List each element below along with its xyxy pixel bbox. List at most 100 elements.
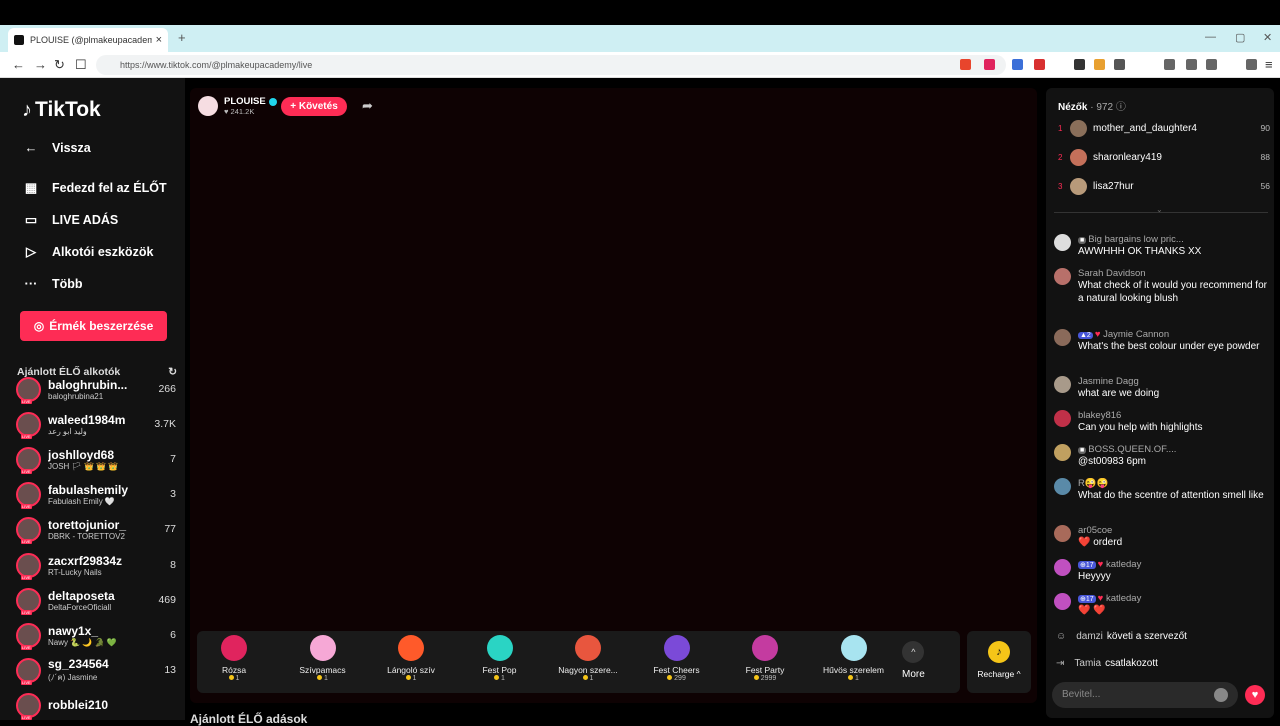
host-info[interactable]: PLOUISE ♥ 241.2K xyxy=(198,96,277,116)
sidebar-icon[interactable] xyxy=(1186,59,1197,70)
extension-icon[interactable] xyxy=(1034,59,1045,70)
chat-body: blakey816 Can you help with highlights xyxy=(1078,410,1268,434)
chat-input[interactable]: Bevitel... xyxy=(1052,682,1238,708)
browser-tab[interactable]: PLOUISE (@plmakeupacademy) × xyxy=(8,28,168,52)
gift-item[interactable]: Rózsa 1 xyxy=(194,635,274,682)
download-icon[interactable] xyxy=(1164,59,1175,70)
back-link[interactable]: ← Vissza xyxy=(22,140,91,155)
chat-message[interactable]: ▲2 ♥ Jaymie Cannon What's the best colour … xyxy=(1054,329,1268,353)
recharge-button[interactable]: ♪ Recharge ^ xyxy=(967,631,1031,693)
live-badge: LIVE xyxy=(21,433,32,439)
brave-shield-icon[interactable] xyxy=(960,59,971,70)
nav-creator-tools[interactable]: ▷ Alkotói eszközök xyxy=(22,244,153,260)
rewards-icon[interactable] xyxy=(984,59,995,70)
gift-price-value: 1 xyxy=(501,675,505,682)
more-gifts-button[interactable]: ^ More xyxy=(902,641,925,680)
creator-item[interactable]: LIVE joshlloyd68 JOSH 🏳 👑 👑 👑 7 xyxy=(16,443,176,475)
tiktok-logo[interactable]: ♪ TikTok xyxy=(22,98,101,122)
creator-item[interactable]: LIVE deltaposeta DeltaForceOficiall 469 xyxy=(16,584,176,616)
top-viewer[interactable]: 1 mother_and_daughter4 90 xyxy=(1058,118,1270,138)
chevron-down-icon[interactable]: ⌄ xyxy=(1156,205,1163,214)
chat-body: ⊕17 ♥ katleday ❤️ ❤️ xyxy=(1078,593,1268,617)
chat-message[interactable]: ar05coe ❤️ orderd xyxy=(1054,525,1268,549)
nav-explore-live[interactable]: ▦ Fedezd fel az ÉLŐT xyxy=(22,180,167,196)
maximize-icon[interactable]: ▢ xyxy=(1235,31,1245,44)
gift-item[interactable]: Fest Party 2999 xyxy=(725,635,805,682)
avatar xyxy=(1054,444,1071,461)
creator-name: baloghrubin... xyxy=(48,377,128,392)
chat-body: Jasmine Dagg what are we doing xyxy=(1078,376,1268,400)
system-text: csatlakozott xyxy=(1105,658,1158,669)
get-coins-button[interactable]: ◎ Érmék beszerzése xyxy=(20,311,167,341)
avatar: LIVE xyxy=(16,376,41,404)
menu-icon[interactable]: ≡ xyxy=(1265,57,1273,72)
chat-message[interactable]: ■ Big bargains low pric... AWWHHH OK THANK… xyxy=(1054,234,1268,258)
chat-username-text: BOSS.QUEEN.OF.... xyxy=(1088,444,1177,455)
creator-subtitle: Fabulash Emily 🤍 xyxy=(48,496,115,506)
nav-more[interactable]: ··· Több xyxy=(22,276,83,291)
gift-price: 1 xyxy=(283,675,363,682)
chat-message[interactable]: blakey816 Can you help with highlights xyxy=(1054,410,1268,434)
creator-item[interactable]: LIVE fabulashemily Fabulash Emily 🤍 3 xyxy=(16,478,176,510)
back-nav-icon[interactable]: ← xyxy=(12,57,25,72)
creator-item[interactable]: LIVE torettojunior_ DBRK - TORETTOV2 77 xyxy=(16,513,176,545)
live-badge: LIVE xyxy=(21,574,32,580)
gift-price-value: 1 xyxy=(589,675,594,682)
share-icon[interactable]: ➦ xyxy=(362,98,373,114)
chat-message[interactable]: Sarah Davidson What check of it would you… xyxy=(1054,268,1268,305)
gift-icon xyxy=(752,635,778,661)
avatar[interactable] xyxy=(198,96,218,116)
info-icon[interactable]: ⓘ xyxy=(1116,102,1126,113)
creator-item[interactable]: LIVE nawy1x_ Nawy 🐍 🌙 🐊 💚 6 xyxy=(16,619,176,651)
forward-nav-icon[interactable]: → xyxy=(34,57,47,72)
heart-icon: ♥ xyxy=(1094,329,1104,340)
translate-icon[interactable] xyxy=(1012,59,1023,70)
gift-price-value: 1 xyxy=(412,675,417,682)
chat-message[interactable]: ■ BOSS.QUEEN.OF.... @st00983 6pm xyxy=(1054,444,1268,468)
top-viewer[interactable]: 3 lisa27hur 56 xyxy=(1058,176,1270,196)
gift-item[interactable]: Lángoló szív 1 xyxy=(371,635,451,682)
gift-item[interactable]: Hűvös szerelem 1 xyxy=(814,635,894,682)
chat-message[interactable]: R😜😜 What do the scentre of attention smel… xyxy=(1054,478,1268,502)
close-window-icon[interactable]: ✕ xyxy=(1263,31,1272,44)
reload-icon[interactable]: ↻ xyxy=(54,57,65,73)
nav-go-live[interactable]: ▭ LIVE ADÁS xyxy=(22,212,118,228)
top-viewer[interactable]: 2 sharonleary419 88 xyxy=(1058,147,1270,167)
viewer-count: 8 xyxy=(170,559,176,571)
creator-item[interactable]: LIVE waleed1984m وليد ابو رعد 3.7K xyxy=(16,408,176,440)
viewer-count: 469 xyxy=(158,594,176,606)
gift-item[interactable]: Nagyon szere... 1 xyxy=(548,635,628,682)
extension-icon[interactable] xyxy=(1074,59,1085,70)
creator-item[interactable]: LIVE robblei210 xyxy=(16,689,176,721)
chat-username-text: blakey816 xyxy=(1078,410,1122,421)
gift-item[interactable]: Szívpamacs 1 xyxy=(283,635,363,682)
chat-message[interactable]: ⊕17 ♥ katleday ❤️ ❤️ xyxy=(1054,593,1268,617)
gift-heart-button[interactable]: ♥ xyxy=(1245,685,1265,705)
url-input[interactable]: https://www.tiktok.com/@plmakeupacademy/… xyxy=(96,55,1006,75)
chat-message[interactable]: Jasmine Dagg what are we doing xyxy=(1054,376,1268,400)
creator-item[interactable]: LIVE sg_234564 (ﾉ´ฅ) Jasmine 13 xyxy=(16,654,176,686)
avatar: LIVE xyxy=(16,622,41,650)
follow-button[interactable]: + Követés xyxy=(281,97,347,116)
extensions-menu-icon[interactable] xyxy=(1114,59,1125,70)
bookmark-icon[interactable]: ☐ xyxy=(75,57,87,73)
creator-name: sg_234564 xyxy=(48,656,109,671)
gift-icon xyxy=(309,635,336,661)
new-tab-button[interactable]: + xyxy=(178,30,186,45)
wallet-icon[interactable] xyxy=(1206,59,1217,70)
gift-item[interactable]: Fest Pop 1 xyxy=(460,635,540,682)
level-badge: ⊕17 xyxy=(1078,561,1096,569)
minimize-icon[interactable]: — xyxy=(1205,31,1216,43)
creator-item[interactable]: LIVE zacxrf29834z RT-Lucky Nails 8 xyxy=(16,549,176,581)
chat-message[interactable]: ⊕17 ♥ katleday Heyyyy xyxy=(1054,559,1268,583)
extension-icon[interactable] xyxy=(1094,59,1105,70)
emoji-icon[interactable] xyxy=(1214,688,1228,702)
vpn-icon[interactable] xyxy=(1246,59,1257,70)
gift-icon xyxy=(840,635,867,661)
viewers-header[interactable]: Nézők · 972 ⓘ xyxy=(1058,98,1126,113)
creator-item[interactable]: LIVE baloghrubin... baloghrubina21 266 xyxy=(16,373,176,405)
gift-price-value: 1 xyxy=(235,675,240,682)
gift-item[interactable]: Fest Cheers 299 xyxy=(637,635,717,682)
close-tab-icon[interactable]: × xyxy=(156,34,162,46)
live-video[interactable]: PLOUISE ♥ 241.2K + Követés ➦ xyxy=(190,88,1037,703)
